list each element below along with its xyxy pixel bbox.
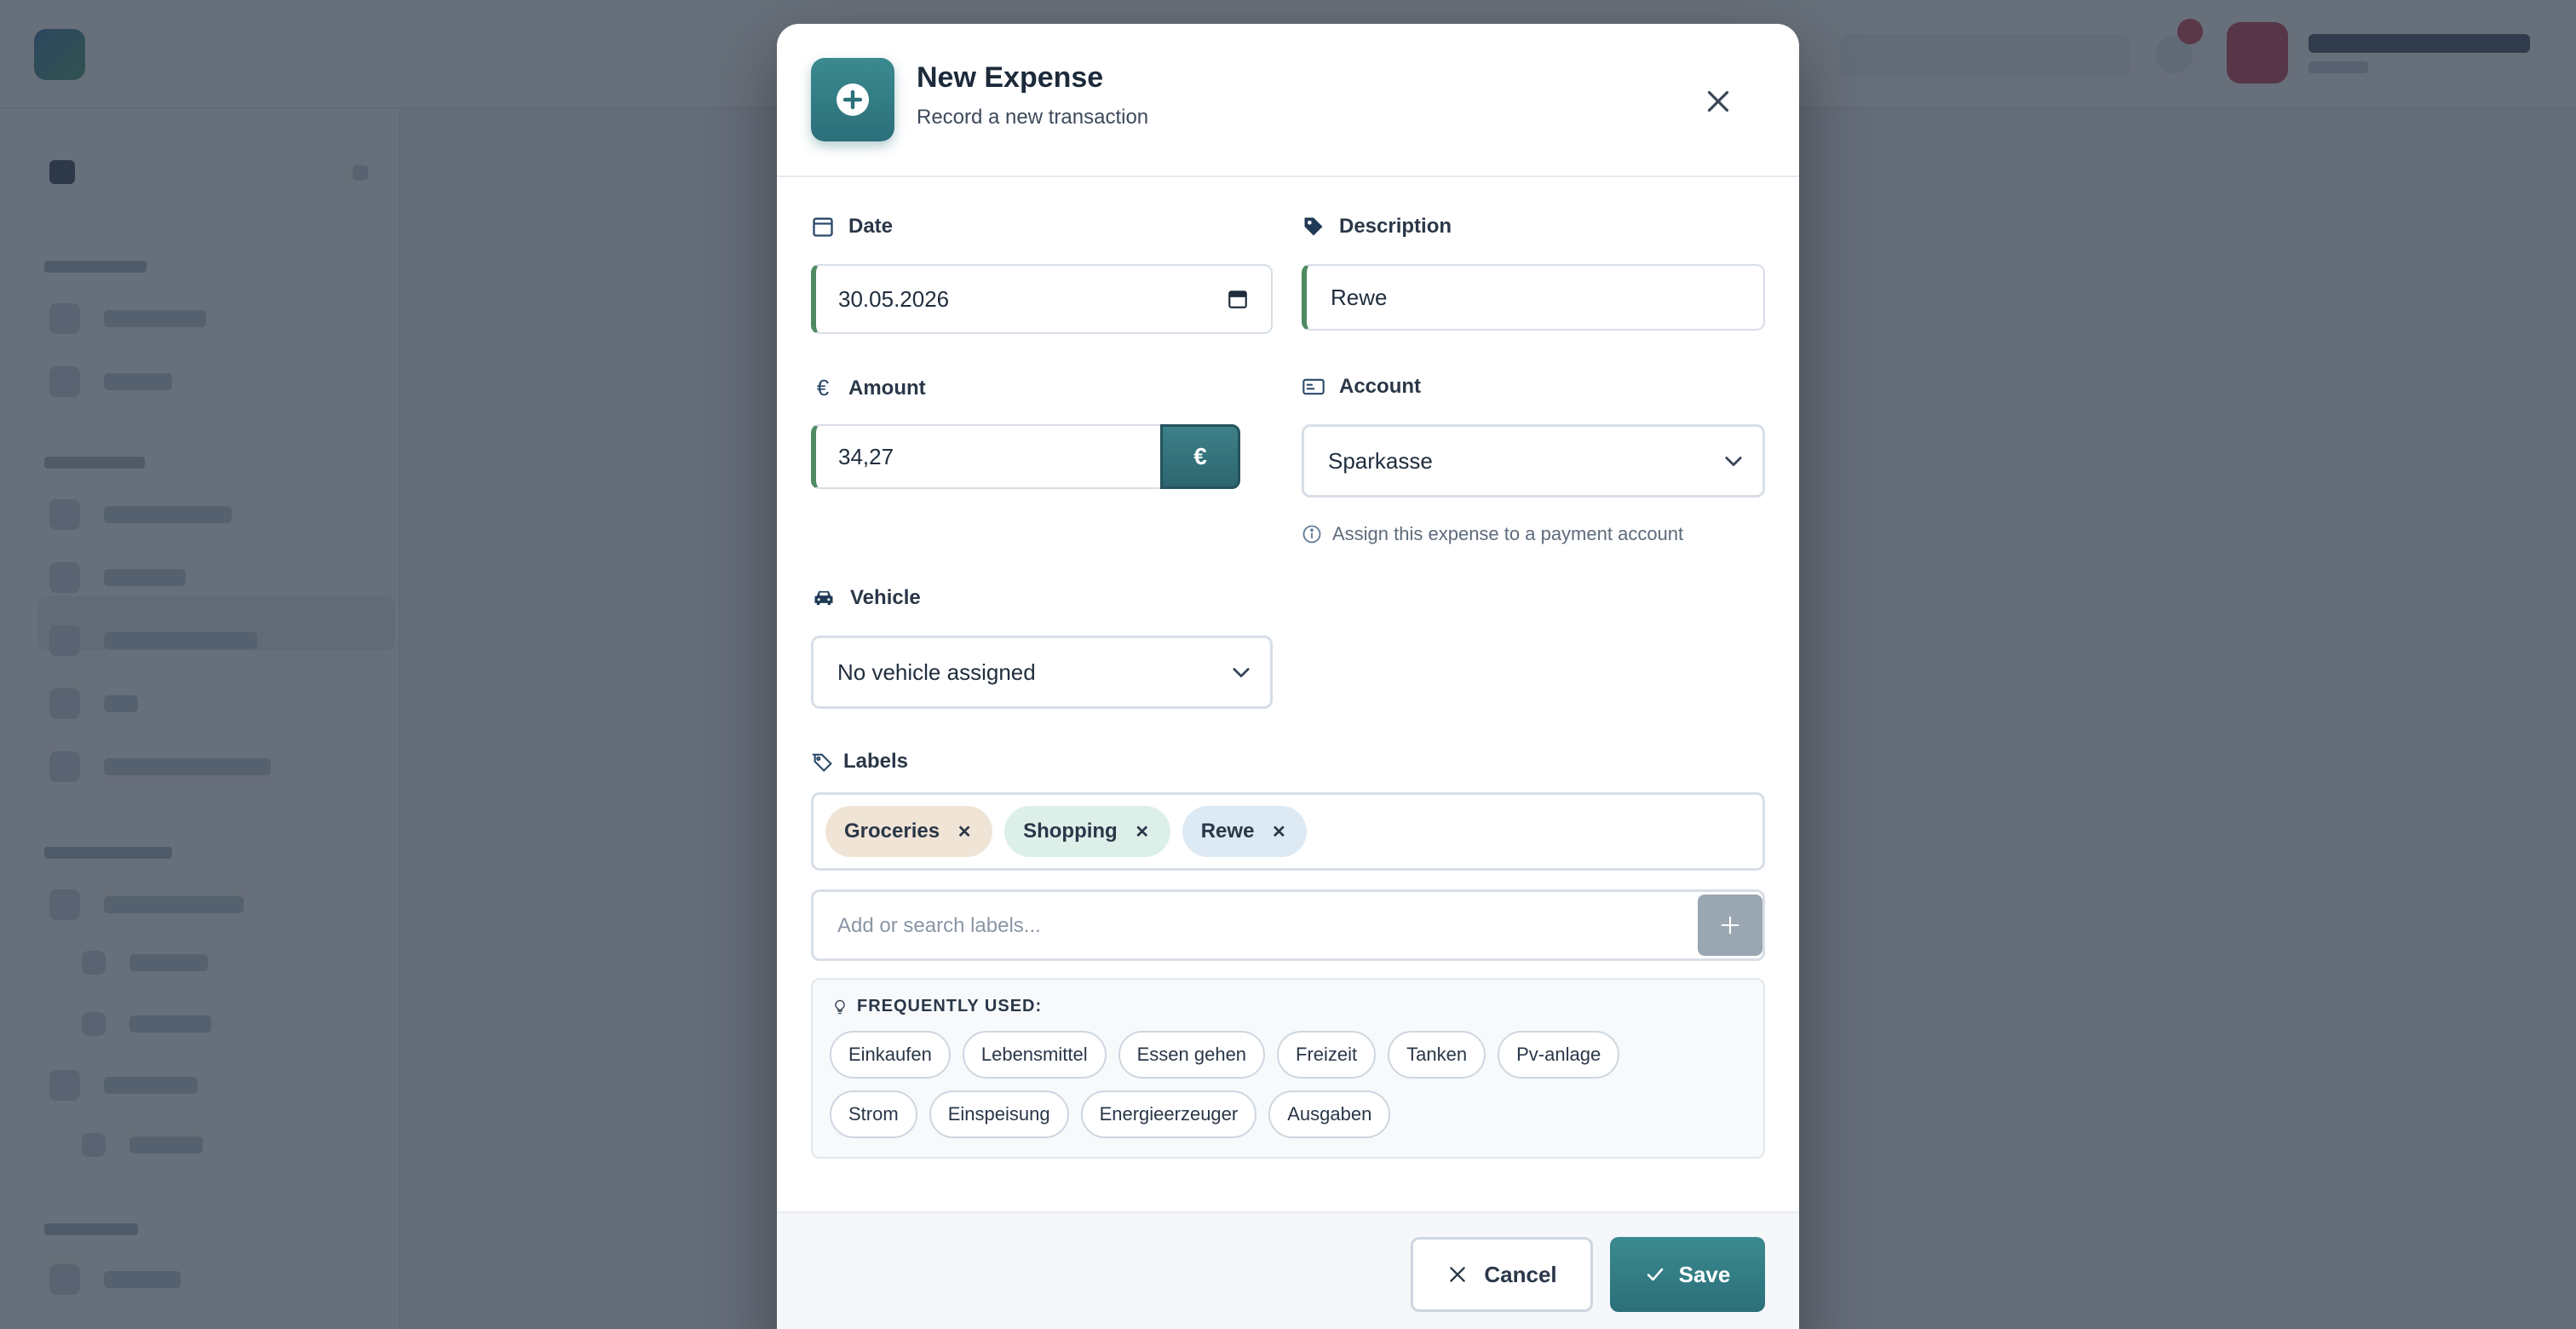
remove-label-icon[interactable]: ✕ [1131, 820, 1153, 843]
label-chip-text: Groceries [844, 820, 940, 843]
euro-icon: € [816, 375, 830, 400]
label-chip-groceries: Groceries ✕ [825, 806, 993, 857]
account-hint-text: Assign this expense to a payment account [1332, 523, 1684, 544]
frequent-labels-row: Einkaufen Lebensmittel Essen gehen Freiz… [830, 1031, 1620, 1079]
description-field[interactable]: Rewe [1302, 264, 1765, 331]
cancel-label: Cancel [1484, 1261, 1557, 1287]
frequent-label[interactable]: Lebensmittel [962, 1031, 1107, 1079]
account-select[interactable]: Sparkasse [1302, 424, 1765, 498]
save-button[interactable]: Save [1610, 1237, 1765, 1312]
modal-title: New Expense [917, 61, 1104, 94]
selected-labels[interactable]: Groceries ✕ Shopping ✕ Rewe ✕ [811, 792, 1765, 871]
frequent-label[interactable]: Essen gehen [1118, 1031, 1266, 1079]
plus-icon [1721, 916, 1739, 935]
labels-label: Labels [843, 750, 909, 773]
label-chip-text: Rewe [1200, 820, 1255, 843]
amount-label: Amount [848, 376, 926, 400]
new-expense-modal: New Expense Record a new transaction Dat… [777, 24, 1799, 1329]
frequently-used-title: FREQUENTLY USED: [857, 997, 1043, 1015]
account-label-row: Account [1302, 375, 1421, 399]
description-label-row: Description [1302, 215, 1452, 239]
account-hint: Assign this expense to a payment account [1302, 523, 1683, 545]
labels-label-row: Labels [811, 750, 908, 774]
remove-label-icon[interactable]: ✕ [953, 820, 975, 843]
currency-symbol: € [1193, 443, 1207, 469]
date-value: 30.05.2026 [838, 285, 950, 312]
frequent-label[interactable]: Strom [830, 1090, 917, 1138]
plus-circle-icon [811, 58, 894, 141]
label-chip-text: Shopping [1023, 820, 1118, 843]
car-icon [814, 590, 833, 606]
frequent-label[interactable]: Freizeit [1277, 1031, 1377, 1079]
amount-field[interactable]: 34,27 [811, 424, 1169, 489]
vehicle-label: Vehicle [850, 586, 921, 609]
modal-subtitle: Record a new transaction [917, 106, 1149, 129]
tags-icon [811, 753, 832, 772]
frequent-label[interactable]: Energieerzeuger [1080, 1090, 1257, 1138]
frequently-used-title-row: FREQUENTLY USED: [831, 997, 1042, 1016]
account-value: Sparkasse [1328, 447, 1433, 474]
cancel-button[interactable]: Cancel [1411, 1237, 1593, 1312]
account-label: Account [1339, 375, 1421, 398]
info-icon [1302, 525, 1321, 544]
date-label-row: Date [811, 215, 893, 239]
chevron-down-icon [1233, 668, 1250, 678]
save-label: Save [1678, 1261, 1731, 1287]
chevron-down-icon [1725, 457, 1742, 467]
frequent-label[interactable]: Einspeisung [929, 1090, 1069, 1138]
calendar-icon [813, 217, 833, 237]
close-button[interactable] [1700, 83, 1736, 119]
amount-value: 34,27 [838, 443, 894, 469]
vehicle-value: No vehicle assigned [837, 659, 1036, 685]
tag-icon [1304, 217, 1323, 236]
label-search [811, 889, 1765, 961]
description-value: Rewe [1331, 284, 1388, 310]
currency-button[interactable]: € [1160, 424, 1240, 489]
modal-footer: Cancel Save [777, 1211, 1799, 1329]
label-chip-rewe: Rewe ✕ [1182, 806, 1308, 857]
description-label: Description [1339, 215, 1452, 238]
frequent-label[interactable]: Einkaufen [830, 1031, 951, 1079]
date-label: Date [848, 215, 894, 238]
frequent-labels-row: Strom Einspeisung Energieerzeuger Ausgab… [830, 1090, 1391, 1138]
vehicle-select[interactable]: No vehicle assigned [811, 636, 1273, 709]
credit-card-icon [1302, 378, 1325, 395]
vehicle-label-row: Vehicle [811, 586, 921, 610]
label-search-input[interactable] [837, 909, 1672, 943]
amount-label-row: € Amount [811, 375, 926, 401]
label-chip-shopping: Shopping ✕ [1004, 806, 1170, 857]
remove-label-icon[interactable]: ✕ [1268, 820, 1290, 843]
calendar-picker-icon[interactable] [1227, 288, 1249, 310]
close-icon [1707, 90, 1729, 112]
date-field[interactable]: 30.05.2026 [811, 264, 1273, 334]
add-label-button[interactable] [1698, 895, 1762, 956]
frequent-label[interactable]: Ausgaben [1268, 1090, 1391, 1138]
check-icon [1647, 1268, 1663, 1281]
lightbulb-icon [835, 999, 845, 1014]
close-icon [1450, 1267, 1466, 1282]
frequently-used-panel: FREQUENTLY USED: Einkaufen Lebensmittel … [811, 978, 1765, 1159]
modal-header: New Expense Record a new transaction [777, 24, 1799, 177]
frequent-label[interactable]: Tanken [1388, 1031, 1486, 1079]
frequent-label[interactable]: Pv-anlage [1498, 1031, 1620, 1079]
